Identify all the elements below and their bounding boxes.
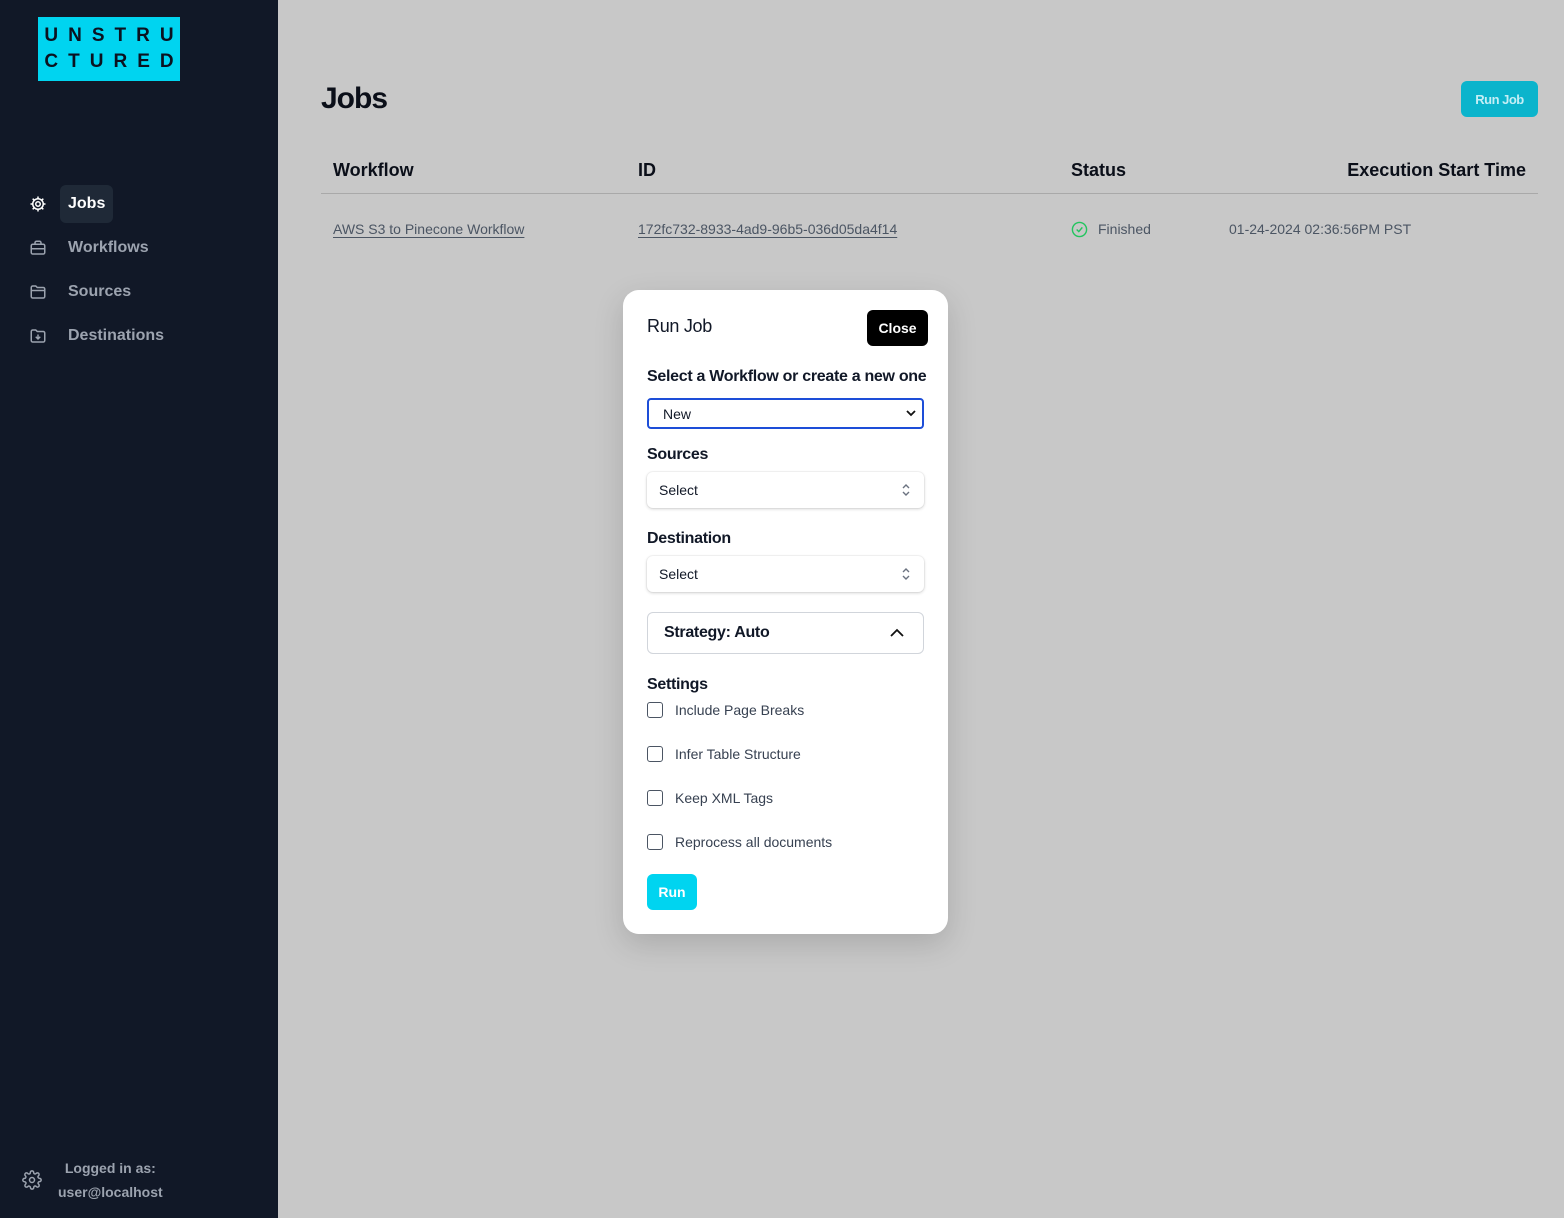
sidebar-item-label: Jobs [60,185,114,223]
check-circle-icon [1071,221,1088,237]
infer-table-structure-option[interactable]: Infer Table Structure [647,746,801,762]
keep-xml-tags-checkbox[interactable] [647,790,663,806]
cell-execution-time: 01-24-2024 02:36:56PM PST [1229,221,1412,237]
header-execution-start-time: Execution Start Time [1347,160,1526,180]
reprocess-all-documents-option[interactable]: Reprocess all documents [647,834,832,850]
strategy-label: Strategy: Auto [664,624,770,641]
sidebar-item-destinations[interactable]: Destinations [26,317,256,355]
strategy-accordion[interactable]: Strategy: Auto [647,612,924,654]
chevron-up-icon [890,628,904,637]
sidebar-item-jobs[interactable]: Jobs [26,185,256,223]
sidebar-item-sources[interactable]: Sources [26,273,256,311]
status-badge: Finished [1071,221,1229,238]
infer-table-structure-label: Infer Table Structure [675,746,801,762]
sources-label: Sources [647,446,709,463]
workflow-select[interactable]: New [647,398,924,429]
cell-workflow: AWS S3 to Pinecone Workflow [321,221,638,237]
table-row: AWS S3 to Pinecone Workflow 172fc732-893… [321,194,1538,264]
sidebar-item-label: Sources [68,283,132,300]
keep-xml-tags-option[interactable]: Keep XML Tags [647,790,773,806]
logged-in-info: Logged in as: user@localhost [58,1156,163,1204]
include-page-breaks-checkbox[interactable] [647,702,663,718]
header-workflow: Workflow [333,160,414,180]
job-id-link[interactable]: 172fc732-8933-4ad9-96b5-036d05da4f14 [638,221,897,237]
logged-in-label: Logged in as: [64,1160,156,1176]
page-title: Jobs [321,82,388,115]
infer-table-structure-checkbox[interactable] [647,746,663,762]
unstructured-logo[interactable]: UNSTRU CTURED [38,17,180,81]
run-job-button[interactable]: Run Job [1461,81,1538,117]
gear-icon [26,192,50,216]
user-footer: Logged in as: user@localhost [22,1156,163,1204]
include-page-breaks-option[interactable]: Include Page Breaks [647,702,804,718]
close-button[interactable]: Close [867,310,928,346]
destination-select-value: Select [659,566,698,582]
status-text: Finished [1098,221,1151,237]
destination-label: Destination [647,530,731,547]
briefcase-icon [26,236,50,260]
sources-select-value: Select [659,482,698,498]
workflow-select-label: Select a Workflow or create a new one [647,368,927,385]
sidebar-item-label: Workflows [68,239,149,256]
cell-status: Finished [1071,221,1229,238]
settings-gear-icon[interactable] [22,1170,42,1190]
sidebar-nav: Jobs Workflows Sources Destinations [26,185,256,361]
sources-select[interactable]: Select [647,472,924,508]
chevron-up-down-icon [902,484,910,496]
workflow-select-value: New [663,405,692,422]
reprocess-all-documents-checkbox[interactable] [647,834,663,850]
sidebar-item-label: Destinations [68,327,165,344]
sidebar: UNSTRU CTURED Jobs Workflows Sources Des… [0,0,278,1218]
logged-in-user: user@localhost [58,1184,163,1200]
table-header: Workflow ID Status Execution Start Time [321,148,1538,194]
logo-line-1: UNSTRU [44,25,184,46]
reprocess-all-documents-label: Reprocess all documents [675,834,833,850]
folder-download-icon [26,324,50,348]
sidebar-item-workflows[interactable]: Workflows [26,229,256,267]
include-page-breaks-label: Include Page Breaks [675,702,805,718]
workflow-link[interactable]: AWS S3 to Pinecone Workflow [333,221,524,237]
header-id: ID [638,160,656,180]
chevron-down-icon [906,410,916,417]
cell-id: 172fc732-8933-4ad9-96b5-036d05da4f14 [638,221,1071,237]
modal-title: Run Job [647,316,712,336]
destination-select[interactable]: Select [647,556,924,592]
chevron-up-down-icon [902,568,910,580]
logo-line-2: CTURED [44,51,184,72]
settings-label: Settings [647,676,708,693]
header-status: Status [1071,160,1127,180]
run-job-modal: Run Job Close Select a Workflow or creat… [623,290,948,934]
folder-icon [26,280,50,304]
run-button[interactable]: Run [647,874,697,910]
keep-xml-tags-label: Keep XML Tags [675,790,774,806]
jobs-table: Workflow ID Status Execution Start Time … [321,148,1538,264]
